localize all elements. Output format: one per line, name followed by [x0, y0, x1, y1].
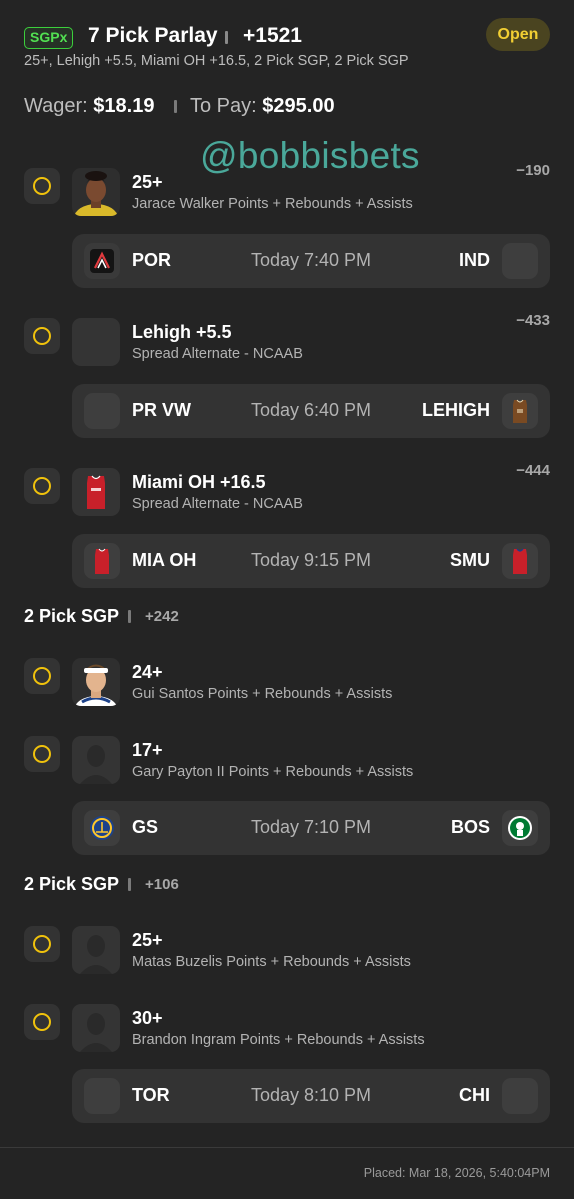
- group-title: 2 Pick SGP: [24, 874, 120, 894]
- pick-market: Gary Payton II Points + Rebounds + Assis…: [132, 764, 414, 780]
- pick-line: 30+: [132, 1008, 163, 1028]
- pick-market: Matas Buzelis Points + Rebounds + Assist…: [132, 954, 411, 970]
- player-photo-icon: [72, 658, 120, 706]
- smu-jersey-icon: [502, 543, 538, 579]
- game-matchup[interactable]: TOR Today 8:10 PM CHI: [72, 1069, 550, 1123]
- pick-market: Spread Alternate - NCAAB: [132, 346, 303, 362]
- pick-market: Spread Alternate - NCAAB: [132, 496, 303, 512]
- placeholder-icon: [72, 318, 120, 366]
- pick-status-icon: [24, 926, 60, 962]
- parlay-odds: +1521: [243, 24, 302, 47]
- pick-status-icon: [24, 658, 60, 694]
- game-matchup[interactable]: POR Today 7:40 PM IND: [72, 234, 550, 288]
- to-pay-info: To Pay: $295.00: [190, 95, 335, 118]
- pick-market: Brandon Ingram Points + Rebounds + Assis…: [132, 1032, 425, 1048]
- title-divider: [225, 31, 228, 44]
- away-team: BOS: [450, 817, 490, 837]
- to-pay-label: To Pay:: [190, 95, 257, 117]
- pick-market: Jarace Walker Points + Rebounds + Assist…: [132, 196, 413, 212]
- pick-market: Gui Santos Points + Rebounds + Assists: [132, 686, 393, 702]
- footer-divider: [0, 1147, 574, 1148]
- pick-line: 24+: [132, 662, 163, 682]
- wager-divider: [174, 100, 177, 113]
- pick-line: Lehigh +5.5: [132, 322, 232, 342]
- away-team: SMU: [450, 550, 490, 570]
- pick-odds: −190: [516, 162, 550, 179]
- parlay-summary: 25+, Lehigh +5.5, Miami OH +16.5, 2 Pick…: [24, 53, 409, 69]
- pick-line: 25+: [132, 930, 163, 950]
- player-silhouette-icon: [72, 1004, 120, 1052]
- game-matchup[interactable]: MIA OH Today 9:15 PM SMU: [72, 534, 550, 588]
- wager-info: Wager: $18.19: [24, 95, 154, 118]
- wager-label: Wager:: [24, 95, 88, 117]
- pick-line: Miami OH +16.5: [132, 472, 266, 492]
- pick-status-icon: [24, 168, 60, 204]
- player-photo-icon: [72, 168, 120, 216]
- group-odds: +106: [145, 876, 179, 893]
- sgpx-badge: SGPx: [24, 27, 74, 49]
- watermark-text: @bobbisbets: [200, 135, 420, 176]
- wager-value: $18.19: [93, 95, 155, 117]
- pick-status-icon: [24, 736, 60, 772]
- status-badge[interactable]: Open: [486, 18, 550, 51]
- lehigh-jersey-icon: [502, 393, 538, 429]
- pick-line: 25+: [132, 172, 163, 192]
- player-silhouette-icon: [72, 926, 120, 974]
- parlay-title: 7 Pick Parlay: [88, 24, 218, 47]
- celtics-logo-icon: [502, 810, 538, 846]
- pick-odds: −433: [516, 312, 550, 329]
- group-divider: [128, 610, 131, 623]
- away-team: CHI: [459, 1085, 490, 1105]
- team-logo-placeholder-icon: [502, 243, 538, 279]
- to-pay-value: $295.00: [262, 95, 335, 117]
- pick-status-icon: [24, 1004, 60, 1040]
- pick-status-icon: [24, 318, 60, 354]
- group-divider: [128, 878, 131, 891]
- group-odds: +242: [145, 608, 179, 625]
- away-team: LEHIGH: [421, 400, 490, 420]
- team-logo-placeholder-icon: [502, 1078, 538, 1114]
- pick-status-icon: [24, 468, 60, 504]
- game-matchup[interactable]: GS Today 7:10 PM BOS: [72, 801, 550, 855]
- pick-odds: −444: [516, 462, 550, 479]
- jersey-icon: [72, 468, 120, 516]
- placed-timestamp: Placed: Mar 18, 2026, 5:40:04PM: [363, 1166, 550, 1180]
- game-matchup[interactable]: PR VW Today 6:40 PM LEHIGH: [72, 384, 550, 438]
- away-team: IND: [459, 250, 490, 270]
- pick-line: 17+: [132, 740, 163, 760]
- group-title: 2 Pick SGP: [24, 606, 120, 626]
- player-silhouette-icon: [72, 736, 120, 784]
